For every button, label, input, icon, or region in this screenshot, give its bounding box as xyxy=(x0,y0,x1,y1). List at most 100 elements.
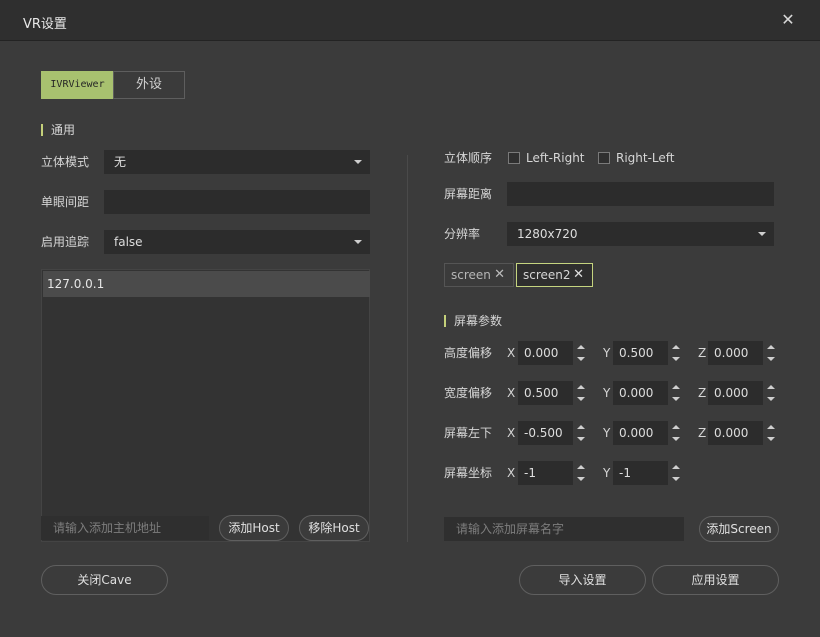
chevron-up-icon[interactable] xyxy=(577,425,585,429)
resolution-select[interactable]: 1280x720 xyxy=(507,222,774,246)
height-offset-y-input[interactable]: 0.500 xyxy=(613,341,668,365)
host-address-input[interactable]: 请输入添加主机地址 xyxy=(41,516,209,540)
screen-name-input[interactable]: 请输入添加屏幕名字 xyxy=(444,517,684,541)
chevron-down-icon[interactable] xyxy=(577,357,585,361)
width-offset-y-stepper[interactable] xyxy=(670,381,682,405)
host-list[interactable]: 127.0.0.1 xyxy=(41,269,370,542)
height-offset-y-stepper[interactable] xyxy=(670,341,682,365)
chevron-down-icon[interactable] xyxy=(577,397,585,401)
axis-x-label: X xyxy=(507,426,516,440)
axis-z-label: Z xyxy=(698,426,707,440)
axis-y-label: Y xyxy=(603,386,611,400)
chevron-down-icon[interactable] xyxy=(577,477,585,481)
height-offset-x-stepper[interactable] xyxy=(575,341,587,365)
chevron-down-icon[interactable] xyxy=(672,357,680,361)
chevron-up-icon[interactable] xyxy=(672,345,680,349)
tab-ivrviewer[interactable]: IVRViewer xyxy=(41,71,114,99)
chevron-down-icon[interactable] xyxy=(672,437,680,441)
chevron-down-icon[interactable] xyxy=(577,437,585,441)
chevron-up-icon[interactable] xyxy=(767,385,775,389)
title-bar xyxy=(0,0,820,41)
screen-bottom-left-x-stepper[interactable] xyxy=(575,421,587,445)
width-offset-x-stepper[interactable] xyxy=(575,381,587,405)
close-icon[interactable]: ✕ xyxy=(494,264,505,286)
list-item[interactable]: 127.0.0.1 xyxy=(43,271,370,297)
screen-tag-label: screen2 xyxy=(523,268,571,282)
chevron-up-icon[interactable] xyxy=(672,385,680,389)
width-offset-x-input[interactable]: 0.500 xyxy=(518,381,573,405)
apply-settings-button[interactable]: 应用设置 xyxy=(652,565,779,595)
screen-bottom-left-z-input[interactable]: 0.000 xyxy=(708,421,763,445)
close-icon[interactable]: ✕ xyxy=(779,10,797,30)
window-title: VR设置 xyxy=(23,17,67,32)
chevron-down-icon xyxy=(354,160,362,164)
right-left-checkbox[interactable] xyxy=(598,152,610,164)
screen-bottom-left-y-input[interactable]: 0.000 xyxy=(613,421,668,445)
column-divider xyxy=(407,155,408,542)
chevron-up-icon[interactable] xyxy=(577,345,585,349)
chevron-down-icon xyxy=(354,240,362,244)
height-offset-label: 高度偏移 xyxy=(444,346,493,360)
tracking-value: false xyxy=(114,235,143,249)
axis-y-label: Y xyxy=(603,346,611,360)
section-screen-params-title: 屏幕参数 xyxy=(444,315,502,327)
eye-distance-input[interactable] xyxy=(104,190,370,214)
tracking-select[interactable]: false xyxy=(104,230,370,254)
right-left-label: Right-Left xyxy=(616,151,675,165)
add-screen-button[interactable]: 添加Screen xyxy=(699,516,779,542)
chevron-up-icon[interactable] xyxy=(577,385,585,389)
width-offset-z-stepper[interactable] xyxy=(765,381,777,405)
screen-coord-x-stepper[interactable] xyxy=(575,461,587,485)
screen-tag-label: screen xyxy=(451,268,491,282)
screen-coord-y-input[interactable]: -1 xyxy=(613,461,668,485)
screen-coord-y-stepper[interactable] xyxy=(670,461,682,485)
remove-host-button[interactable]: 移除Host xyxy=(299,515,369,541)
height-offset-z-stepper[interactable] xyxy=(765,341,777,365)
chevron-up-icon[interactable] xyxy=(577,465,585,469)
axis-z-label: Z xyxy=(698,386,707,400)
screen-bottom-left-z-stepper[interactable] xyxy=(765,421,777,445)
close-cave-button[interactable]: 关闭Cave xyxy=(41,565,168,595)
screen-coord-x-input[interactable]: -1 xyxy=(518,461,573,485)
chevron-down-icon[interactable] xyxy=(767,397,775,401)
stereo-mode-select[interactable]: 无 xyxy=(104,150,370,174)
screen-distance-label: 屏幕距离 xyxy=(444,187,493,201)
stereo-mode-value: 无 xyxy=(114,155,127,169)
height-offset-z-input[interactable]: 0.000 xyxy=(708,341,763,365)
close-icon[interactable]: ✕ xyxy=(573,264,584,286)
chevron-down-icon[interactable] xyxy=(767,357,775,361)
tab-peripheral[interactable]: 外设 xyxy=(113,71,185,99)
width-offset-z-input[interactable]: 0.000 xyxy=(708,381,763,405)
resolution-label: 分辨率 xyxy=(444,227,481,241)
axis-y-label: Y xyxy=(603,466,611,480)
axis-x-label: X xyxy=(507,346,516,360)
chevron-down-icon[interactable] xyxy=(767,437,775,441)
screen-tag-selected[interactable]: screen2 ✕ xyxy=(516,263,593,287)
chevron-up-icon[interactable] xyxy=(767,345,775,349)
chevron-up-icon[interactable] xyxy=(672,465,680,469)
width-offset-label: 宽度偏移 xyxy=(444,386,493,400)
chevron-down-icon[interactable] xyxy=(672,397,680,401)
screen-coord-label: 屏幕坐标 xyxy=(444,466,493,480)
chevron-down-icon[interactable] xyxy=(672,477,680,481)
import-settings-button[interactable]: 导入设置 xyxy=(519,565,646,595)
section-general-title: 通用 xyxy=(41,124,75,136)
height-offset-x-input[interactable]: 0.000 xyxy=(518,341,573,365)
screen-distance-input[interactable] xyxy=(507,182,774,206)
screen-bottom-left-x-input[interactable]: -0.500 xyxy=(518,421,573,445)
eye-distance-label: 单眼间距 xyxy=(41,195,90,209)
chevron-down-icon xyxy=(758,232,766,236)
axis-x-label: X xyxy=(507,386,516,400)
screen-bottom-left-y-stepper[interactable] xyxy=(670,421,682,445)
axis-x-label: X xyxy=(507,466,516,480)
screen-tag[interactable]: screen ✕ xyxy=(444,263,514,287)
stereo-order-label: 立体顺序 xyxy=(444,151,493,165)
axis-y-label: Y xyxy=(603,426,611,440)
width-offset-y-input[interactable]: 0.000 xyxy=(613,381,668,405)
stereo-mode-label: 立体模式 xyxy=(41,155,90,169)
chevron-up-icon[interactable] xyxy=(672,425,680,429)
left-right-checkbox[interactable] xyxy=(508,152,520,164)
chevron-up-icon[interactable] xyxy=(767,425,775,429)
add-host-button[interactable]: 添加Host xyxy=(219,515,289,541)
left-right-label: Left-Right xyxy=(526,151,585,165)
